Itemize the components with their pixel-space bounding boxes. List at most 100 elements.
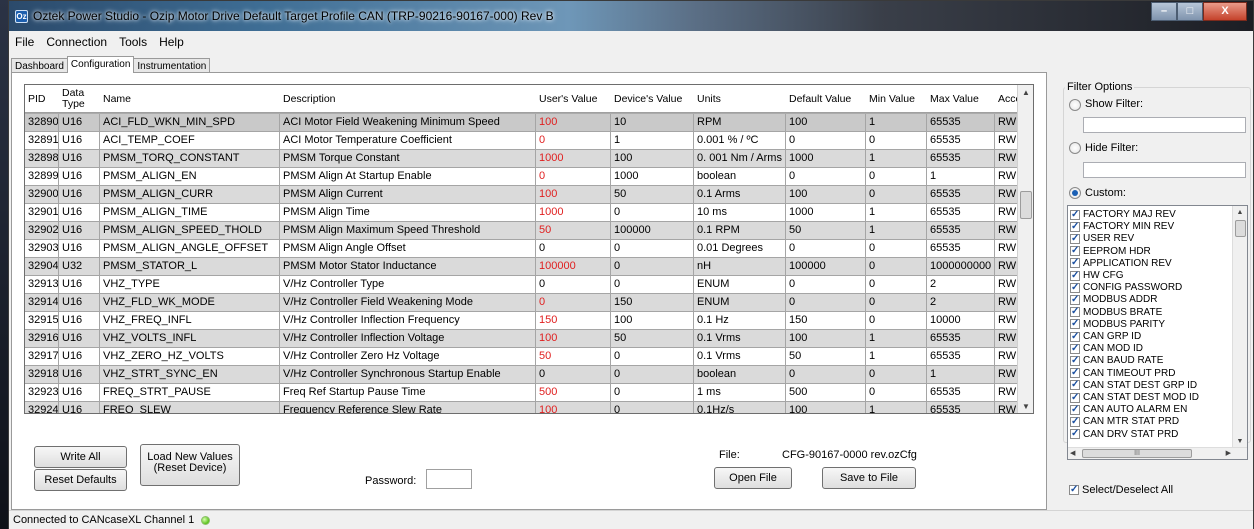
list-item[interactable]: CAN GRP ID bbox=[1070, 331, 1141, 342]
list-item[interactable]: CAN STAT DEST GRP ID bbox=[1070, 379, 1197, 391]
list-item[interactable]: CAN STAT DEST MOD ID bbox=[1070, 392, 1199, 403]
title-bar[interactable]: Oz Oztek Power Studio - Ozip Motor Drive… bbox=[9, 1, 1253, 31]
devices-value-header[interactable]: Device's Value bbox=[611, 85, 694, 113]
list-item[interactable]: MODBUS BRATE bbox=[1070, 306, 1162, 318]
users-value-cell[interactable]: 0 bbox=[536, 132, 611, 150]
list-item[interactable]: MODBUS ADDR bbox=[1070, 294, 1157, 305]
menu-tools[interactable]: Tools bbox=[119, 35, 147, 49]
table-row[interactable]: 32890 U16 ACI_FLD_WKN_MIN_SPD ACI Motor Fie… bbox=[25, 114, 1033, 132]
table-row[interactable]: 32915 U16 VHZ_FREQ_INFL V/Hz Controller Inf… bbox=[25, 312, 1033, 330]
list-vertical-scrollbar[interactable]: ▲ ▼ bbox=[1232, 206, 1247, 449]
table-row[interactable]: 32914 U16 VHZ_FLD_WK_MODE V/Hz Controller F… bbox=[25, 294, 1033, 312]
list-item-checkbox[interactable] bbox=[1070, 416, 1080, 427]
table-row[interactable]: 32924 U16 FREQ_SLEW Frequency Reference Sle… bbox=[25, 402, 1033, 413]
password-field[interactable] bbox=[426, 469, 472, 489]
list-item-checkbox[interactable] bbox=[1070, 331, 1080, 342]
table-row[interactable]: 32900 U16 PMSM_ALIGN_CURR PMSM Align Curren… bbox=[25, 186, 1033, 204]
users-value-cell[interactable]: 50 bbox=[536, 348, 611, 366]
users-value-cell[interactable]: 0 bbox=[536, 276, 611, 294]
maximize-button[interactable]: □ bbox=[1177, 2, 1203, 21]
list-item[interactable]: CAN DRV STAT PRD bbox=[1070, 428, 1178, 440]
table-row[interactable]: 32902 U16 PMSM_ALIGN_SPEED_THOLD PMSM Align… bbox=[25, 222, 1033, 240]
menu-connection[interactable]: Connection bbox=[46, 35, 107, 49]
users-value-cell[interactable]: 100 bbox=[536, 114, 611, 132]
tab-instrumentation[interactable]: Instrumentation bbox=[133, 58, 211, 73]
list-item-checkbox[interactable] bbox=[1070, 221, 1080, 232]
users-value-cell[interactable]: 50 bbox=[536, 222, 611, 240]
max-value-header[interactable]: Max Value bbox=[927, 85, 995, 113]
users-value-cell[interactable]: 100 bbox=[536, 330, 611, 348]
list-horizontal-scrollbar[interactable]: ◀ III ▶ bbox=[1068, 447, 1247, 459]
table-row[interactable]: 32901 U16 PMSM_ALIGN_TIME PMSM Align Time 10… bbox=[25, 204, 1033, 222]
open-file-button[interactable]: Open File bbox=[714, 467, 792, 489]
list-item-checkbox[interactable] bbox=[1070, 355, 1080, 366]
list-item-checkbox[interactable] bbox=[1070, 379, 1080, 391]
show-filter-radio[interactable] bbox=[1069, 99, 1081, 111]
list-item[interactable]: CAN MTR STAT PRD bbox=[1070, 416, 1179, 427]
menu-help[interactable]: Help bbox=[159, 35, 184, 49]
table-row[interactable]: 32898 U16 PMSM_TORQ_CONSTANT PMSM Torque Co… bbox=[25, 150, 1033, 168]
close-button[interactable]: X bbox=[1203, 2, 1247, 21]
users-value-cell[interactable]: 0 bbox=[536, 240, 611, 258]
list-scroll-right-icon[interactable]: ▶ bbox=[1226, 448, 1231, 459]
list-item-checkbox[interactable] bbox=[1070, 233, 1080, 244]
list-item[interactable]: EEPROM HDR bbox=[1070, 245, 1151, 257]
table-row[interactable]: 32899 U16 PMSM_ALIGN_EN PMSM Align At Start… bbox=[25, 168, 1033, 186]
show-filter-input[interactable] bbox=[1083, 117, 1246, 133]
list-hscroll-thumb[interactable]: III bbox=[1082, 449, 1192, 458]
list-item-checkbox[interactable] bbox=[1070, 343, 1080, 354]
list-item[interactable]: CAN AUTO ALARM EN bbox=[1070, 404, 1187, 415]
table-row[interactable]: 32918 U16 VHZ_STRT_SYNC_EN V/Hz Controller … bbox=[25, 366, 1033, 384]
list-item[interactable]: APPLICATION REV bbox=[1070, 257, 1172, 269]
tab-dashboard[interactable]: Dashboard bbox=[11, 58, 68, 73]
list-item[interactable]: FACTORY MIN REV bbox=[1070, 221, 1174, 232]
hide-filter-input[interactable] bbox=[1083, 162, 1246, 178]
menu-file[interactable]: File bbox=[15, 35, 34, 49]
list-item-checkbox[interactable] bbox=[1070, 404, 1080, 415]
save-to-file-button[interactable]: Save to File bbox=[822, 467, 916, 489]
list-item-checkbox[interactable] bbox=[1070, 306, 1080, 318]
list-item[interactable]: USER REV bbox=[1070, 233, 1134, 244]
data-type-header[interactable]: Data Type bbox=[59, 85, 100, 113]
description-header[interactable]: Description bbox=[280, 85, 536, 113]
list-item-checkbox[interactable] bbox=[1070, 294, 1080, 305]
write-all-button[interactable]: Write All bbox=[34, 446, 127, 468]
list-item-checkbox[interactable] bbox=[1070, 282, 1080, 293]
custom-filter-radio[interactable] bbox=[1069, 187, 1081, 199]
list-item[interactable]: CONFIG PASSWORD bbox=[1070, 282, 1182, 293]
grid-vertical-scrollbar[interactable]: ▲ ▼ bbox=[1017, 85, 1033, 413]
select-all-toggle[interactable]: Select/Deselect All bbox=[1069, 484, 1173, 496]
name-header[interactable]: Name bbox=[100, 85, 280, 113]
tab-configuration[interactable]: Configuration bbox=[66, 56, 135, 73]
list-item-checkbox[interactable] bbox=[1070, 257, 1080, 269]
scroll-down-icon[interactable]: ▼ bbox=[1018, 399, 1033, 413]
list-item[interactable]: CAN MOD ID bbox=[1070, 343, 1143, 354]
table-row[interactable]: 32903 U16 PMSM_ALIGN_ANGLE_OFFSET PMSM Alig… bbox=[25, 240, 1033, 258]
minimize-button[interactable]: – bbox=[1151, 2, 1177, 21]
list-item-checkbox[interactable] bbox=[1070, 392, 1080, 403]
units-header[interactable]: Units bbox=[694, 85, 786, 113]
list-scroll-left-icon[interactable]: ◀ bbox=[1070, 448, 1075, 459]
table-row[interactable]: 32917 U16 VHZ_ZERO_HZ_VOLTS V/Hz Controller… bbox=[25, 348, 1033, 366]
users-value-cell[interactable]: 0 bbox=[536, 294, 611, 312]
list-item-checkbox[interactable] bbox=[1070, 367, 1080, 379]
custom-parameter-list[interactable]: FACTORY MAJ REVFACTORY MIN REVUSER REVEE… bbox=[1067, 205, 1248, 460]
users-value-cell[interactable]: 0 bbox=[536, 366, 611, 384]
list-item[interactable]: FACTORY MAJ REV bbox=[1070, 209, 1176, 220]
users-value-cell[interactable]: 150 bbox=[536, 312, 611, 330]
load-new-values-button[interactable]: Load New Values (Reset Device) bbox=[140, 444, 240, 486]
table-row[interactable]: 32923 U16 FREQ_STRT_PAUSE Freq Ref Startup … bbox=[25, 384, 1033, 402]
users-value-cell[interactable]: 1000 bbox=[536, 150, 611, 168]
table-row[interactable]: 32904 U32 PMSM_STATOR_L PMSM Motor Stator I… bbox=[25, 258, 1033, 276]
pid-header[interactable]: PID bbox=[25, 85, 59, 113]
list-item[interactable]: MODBUS PARITY bbox=[1070, 318, 1165, 330]
table-row[interactable]: 32891 U16 ACI_TEMP_COEF ACI Motor Temperatu… bbox=[25, 132, 1033, 150]
grid-scroll-thumb[interactable] bbox=[1020, 191, 1032, 219]
users-value-header[interactable]: User's Value bbox=[536, 85, 611, 113]
list-scroll-thumb[interactable] bbox=[1235, 220, 1246, 237]
users-value-cell[interactable]: 500 bbox=[536, 384, 611, 402]
min-value-header[interactable]: Min Value bbox=[866, 85, 927, 113]
users-value-cell[interactable]: 100000 bbox=[536, 258, 611, 276]
reset-defaults-button[interactable]: Reset Defaults bbox=[34, 469, 127, 491]
list-scroll-up-icon[interactable]: ▲ bbox=[1233, 206, 1247, 220]
